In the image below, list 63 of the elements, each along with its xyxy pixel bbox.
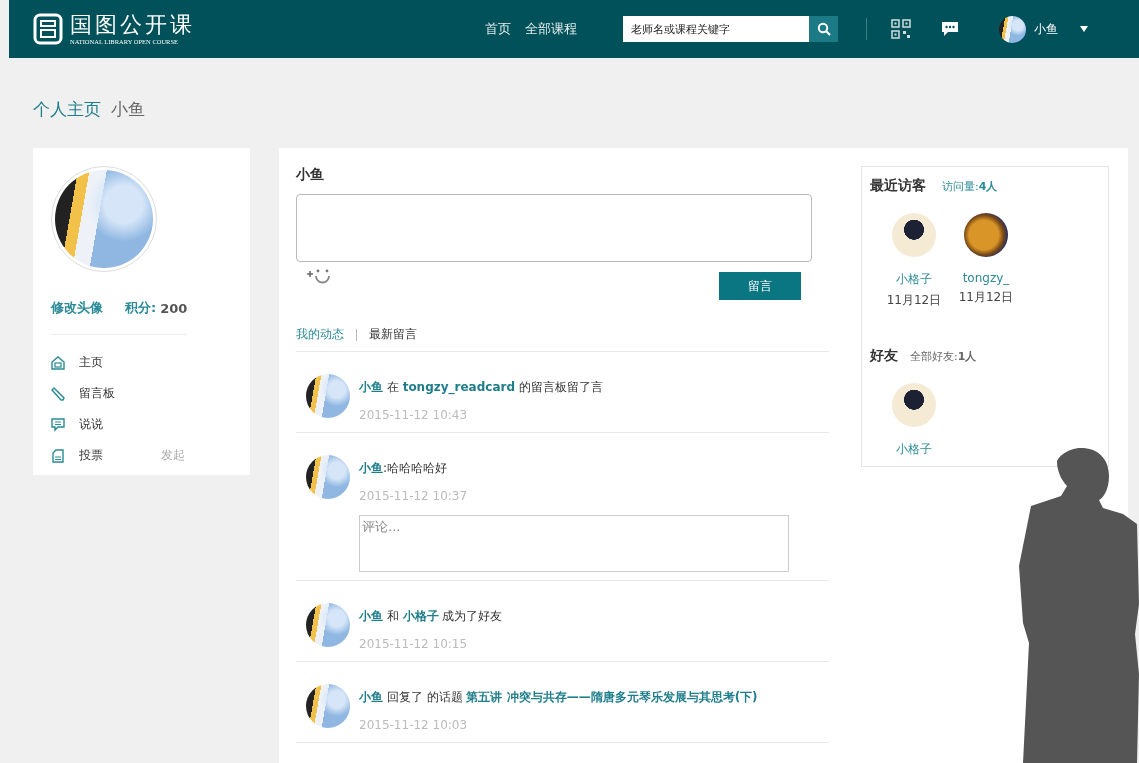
visitor-name[interactable]: tongzy_	[962, 271, 1010, 285]
activity-link[interactable]: 小鱼	[359, 690, 383, 704]
activity-text: 小鱼 回复了 的话题 第五讲 冲突与共存——隋唐多元琴乐发展与其思考(下)	[359, 689, 759, 706]
document-icon	[51, 448, 65, 463]
search-field[interactable]: 老师名或课程关键字	[623, 16, 809, 42]
activity-time: 2015-11-12 10:15	[359, 637, 469, 651]
home-icon	[51, 355, 65, 370]
points-label: 积分:	[125, 299, 157, 317]
menu-item[interactable]: 投票	[79, 447, 161, 464]
activity-link[interactable]: tongzy_readcard	[402, 380, 516, 394]
page-title: 个人主页	[33, 97, 101, 121]
feed-avatar	[306, 374, 350, 418]
activity-time: 2015-11-12 10:03	[359, 718, 469, 732]
points-value: 200	[160, 300, 188, 316]
logo-title: 国图公开课	[70, 12, 195, 37]
activity-link[interactable]: 小鱼	[359, 461, 383, 475]
visit-date: 11月12日	[958, 289, 1014, 306]
activity-link[interactable]: 第五讲 冲突与共存——隋唐多元琴乐发展与其思考(下)	[466, 690, 758, 704]
menu-item[interactable]: 主页	[79, 354, 161, 371]
pencil-icon	[51, 386, 65, 401]
visitor-avatar[interactable]	[964, 213, 1008, 257]
activity-link[interactable]: 小鱼	[359, 380, 383, 394]
activity-text: 小鱼:哈哈哈哈好	[359, 460, 449, 477]
message-box-title: 小鱼	[296, 166, 325, 184]
feed-avatar	[306, 603, 350, 647]
feed-avatar	[306, 684, 350, 728]
profile-name: 小鱼	[111, 97, 145, 121]
activity-time: 2015-11-12 10:43	[359, 408, 469, 422]
qr-code-icon[interactable]	[891, 19, 911, 39]
friend-avatar[interactable]	[892, 383, 936, 427]
activity-text: 小鱼 和 小格子 成为了好友	[359, 608, 504, 625]
leave-message-button[interactable]: 留言	[719, 272, 801, 300]
visit-count: 访问量:4人	[942, 179, 998, 194]
activity-link[interactable]: 小格子	[402, 609, 439, 623]
logo-icon	[33, 13, 63, 45]
feed-avatar	[306, 455, 350, 499]
section-title: 好友	[870, 347, 898, 365]
search-button[interactable]	[809, 16, 838, 42]
message-icon[interactable]	[941, 21, 959, 37]
user-name[interactable]: 小鱼	[1034, 20, 1058, 38]
section-title: 最近访客	[870, 177, 926, 195]
nav-link[interactable]: 首页	[485, 20, 511, 38]
activity-link[interactable]: 小鱼	[359, 609, 383, 623]
feed-tab[interactable]: 我的动态	[296, 326, 344, 343]
visit-date: 11月12日	[886, 292, 942, 309]
activity-time: 2015-11-12 10:37	[359, 489, 469, 503]
chat-icon	[51, 417, 65, 432]
edit-avatar-link[interactable]: 修改头像	[51, 299, 103, 317]
message-input[interactable]	[296, 194, 812, 262]
add-emoji-icon[interactable]	[306, 268, 332, 284]
friend-name[interactable]: 小格子	[896, 441, 932, 458]
friend-count: 全部好友:1人	[910, 349, 977, 364]
caret-icon[interactable]	[1080, 26, 1088, 32]
search-icon	[816, 22, 831, 36]
visitor-avatar[interactable]	[892, 213, 936, 257]
feed-tab[interactable]: 最新留言	[369, 326, 417, 343]
nav-link[interactable]: 全部课程	[525, 20, 577, 38]
visitor-name[interactable]: 小格子	[896, 271, 932, 288]
menu-item[interactable]: 说说	[79, 416, 161, 433]
user-avatar[interactable]	[999, 15, 1026, 43]
activity-text: 小鱼 在 tongzy_readcard 的留言板留了言	[359, 379, 604, 396]
menu-item[interactable]: 留言板	[79, 385, 161, 402]
comment-field[interactable]: 评论...	[359, 515, 789, 572]
